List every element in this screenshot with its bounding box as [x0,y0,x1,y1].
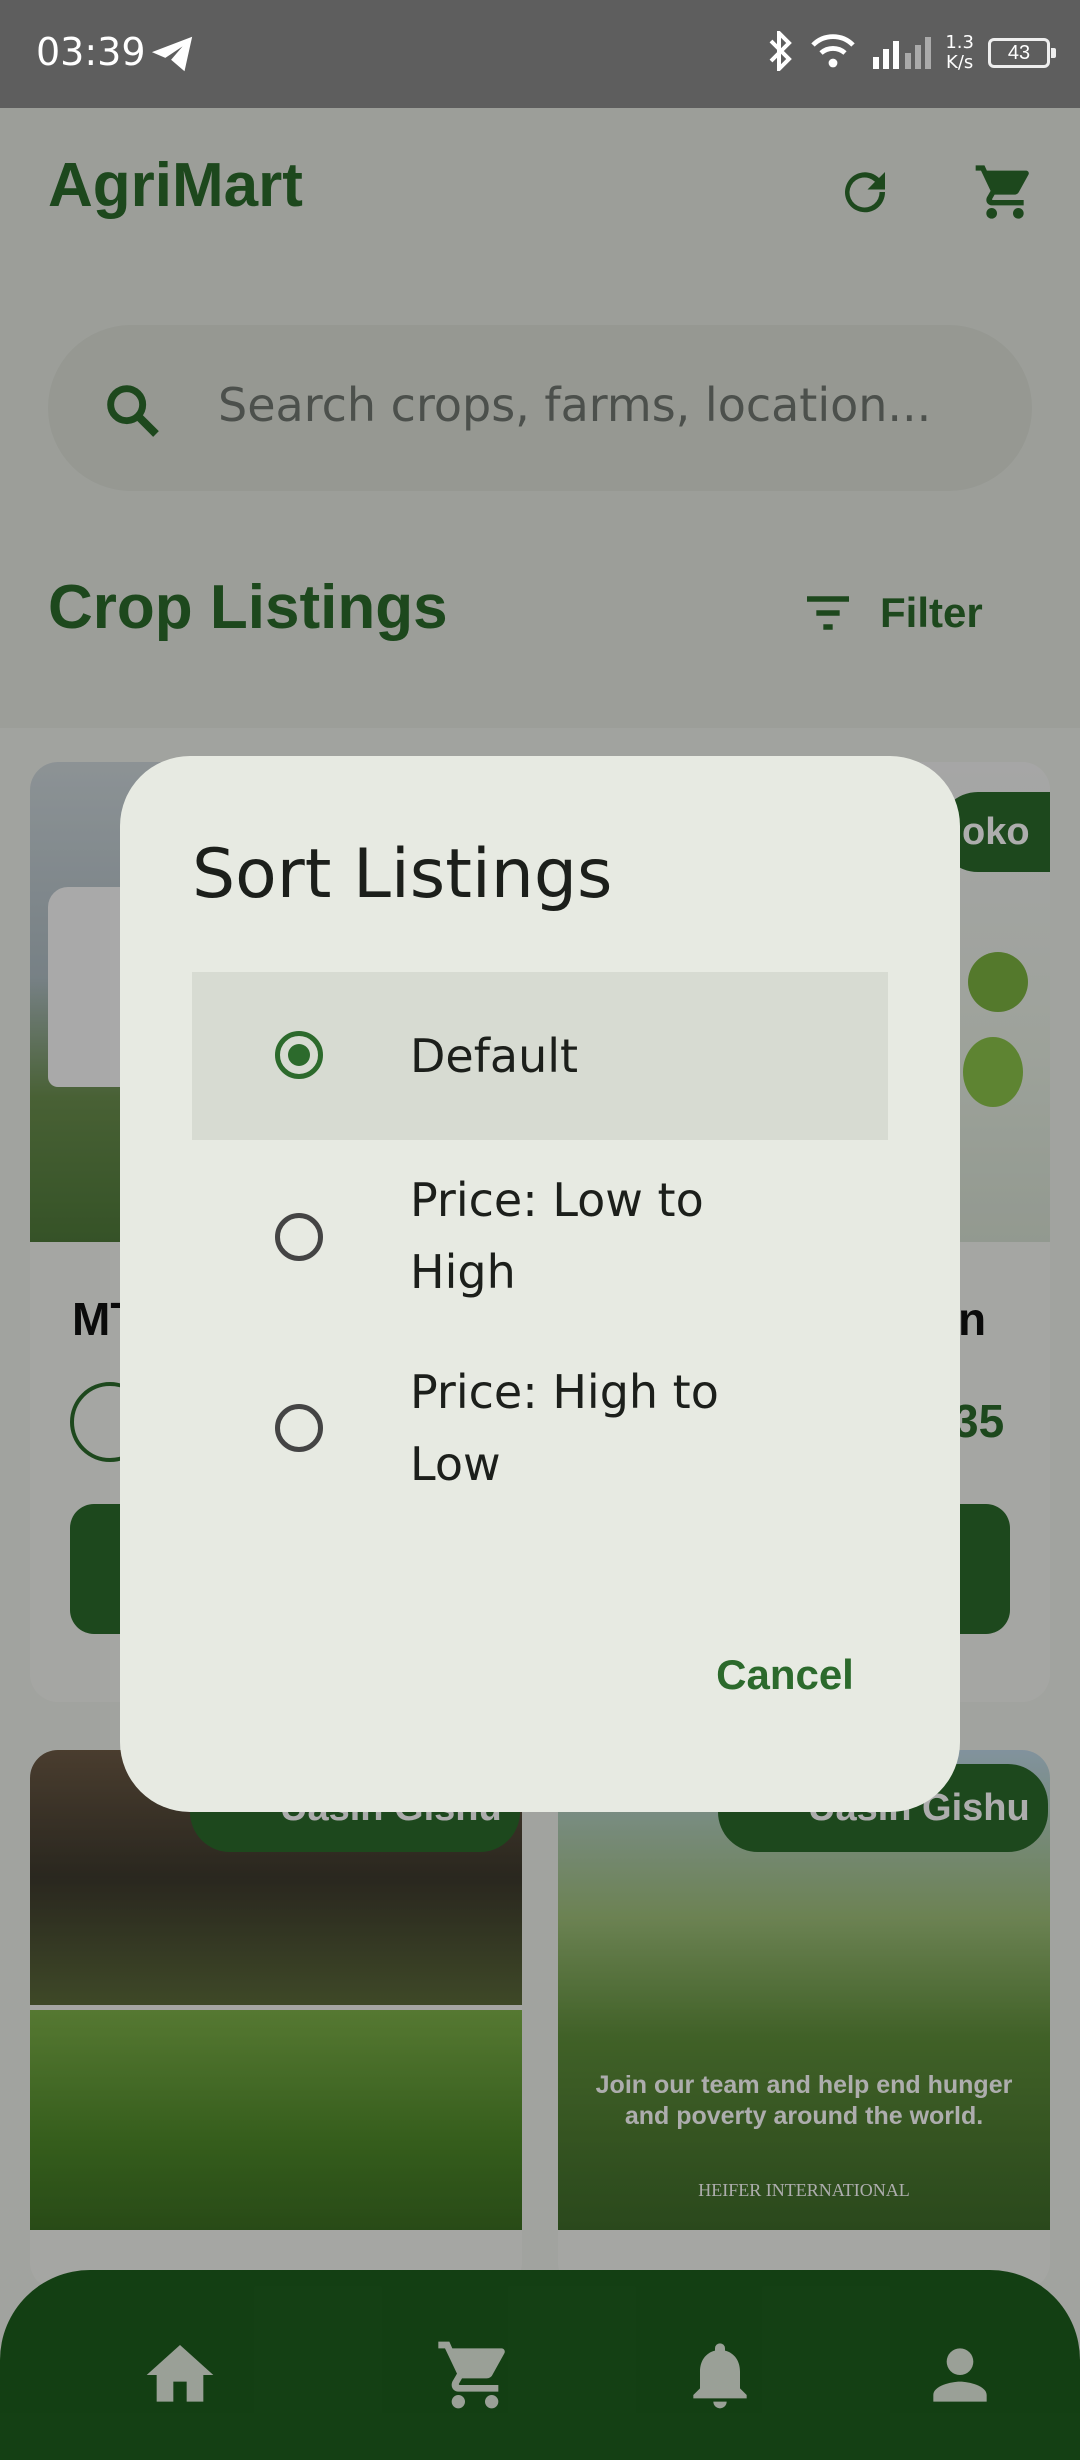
option-label: Default [410,1029,579,1083]
cancel-button[interactable]: Cancel [700,1640,870,1710]
net-speed: 1.3 K/s [945,33,974,73]
option-label: Price: Low to High [410,1173,704,1299]
status-time: 03:39 [36,30,146,74]
radio-default[interactable] [275,1031,323,1079]
telegram-icon [150,34,196,79]
battery-icon: 43 [988,38,1056,68]
net-speed-value: 1.3 [945,32,974,53]
status-bar: 03:39 1.3 K/s 43 [0,0,1080,108]
bluetooth-icon [767,27,795,76]
dialog-title: Sort Listings [192,835,613,914]
status-icons: 1.3 K/s 43 [767,27,1056,78]
option-label: Price: High to Low [410,1365,719,1491]
radio-price-low-high[interactable] [275,1213,323,1261]
radio-price-high-low[interactable] [275,1404,323,1452]
signal-icon [871,33,932,74]
net-speed-unit: K/s [946,52,974,73]
wifi-icon [809,33,857,74]
